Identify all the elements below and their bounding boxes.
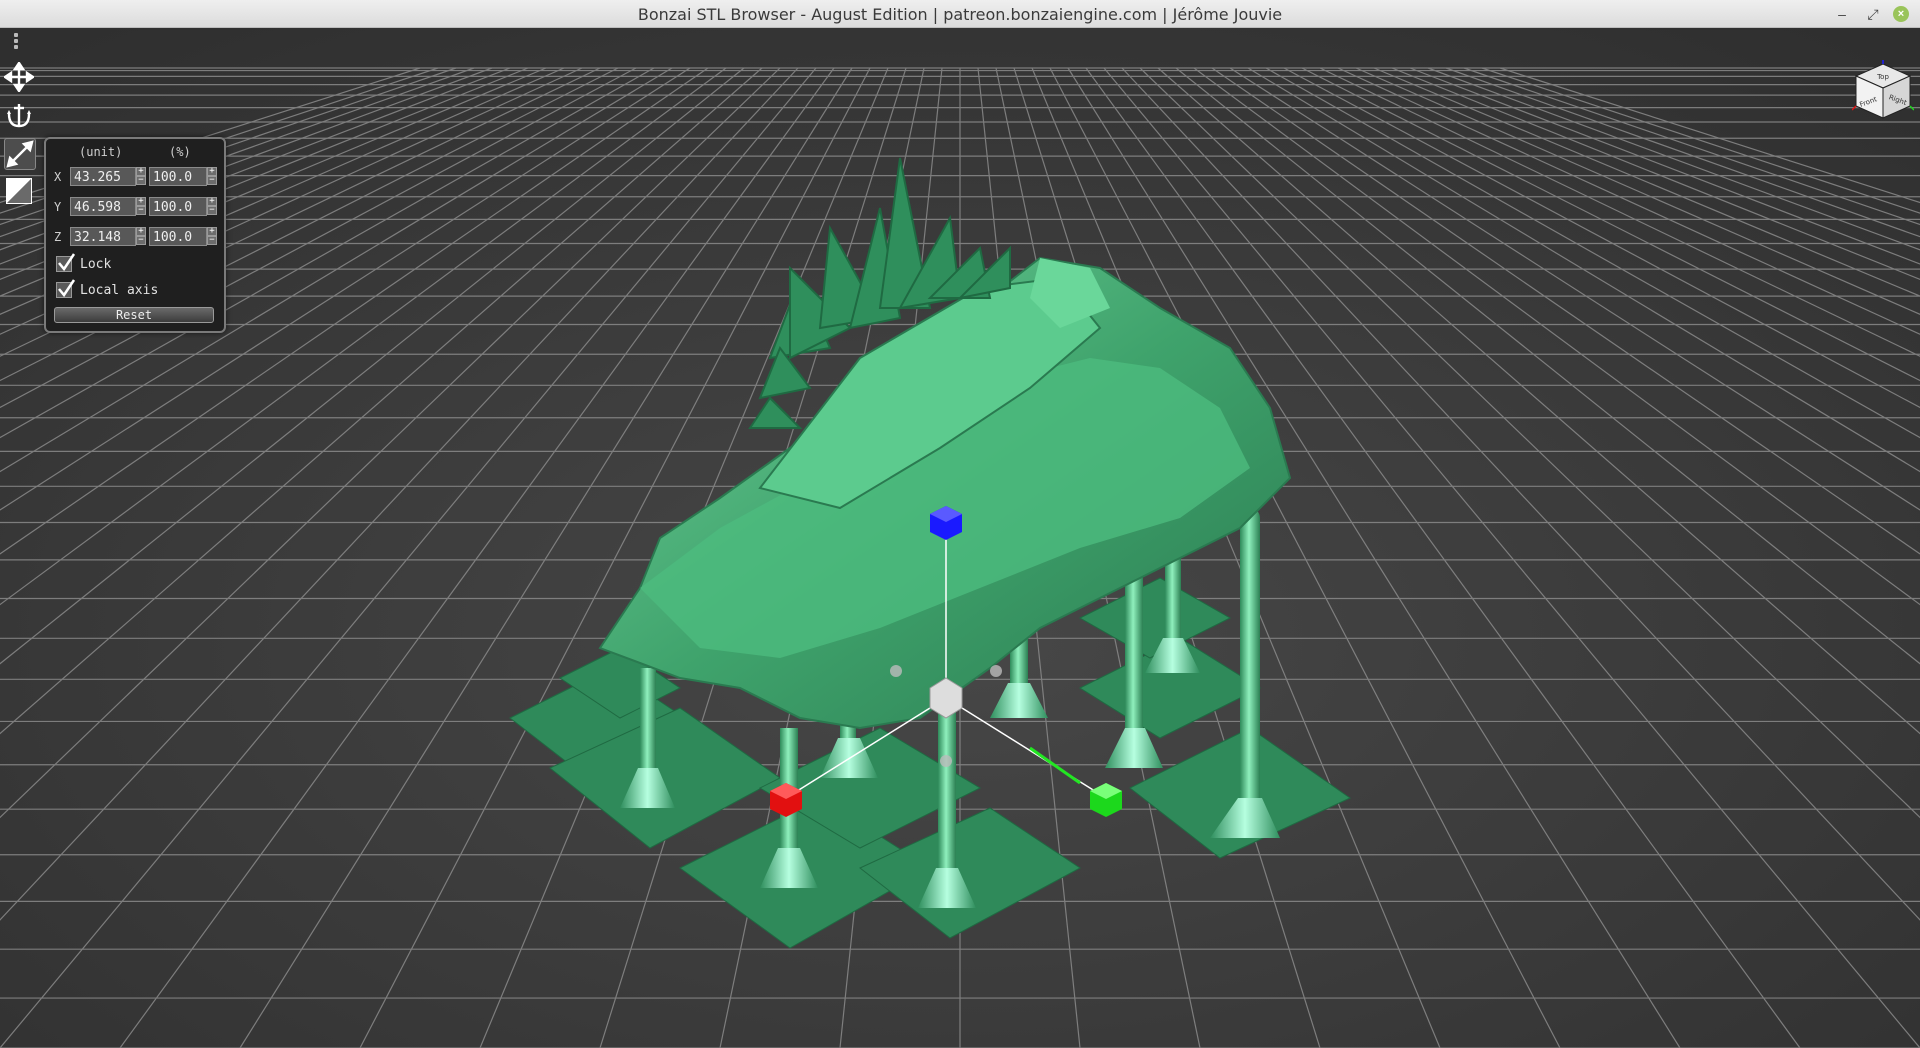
z-unit-field[interactable]: 32.148 <box>70 227 136 246</box>
anchor-rotate-icon <box>7 104 31 128</box>
half-shade-icon <box>6 178 32 204</box>
minimize-button[interactable]: – <box>1833 5 1851 23</box>
scale-panel: (unit) (%) X 43.265 + − 100.0 + − Y 46.598… <box>44 137 226 333</box>
toolbar-grip[interactable] <box>14 39 18 43</box>
y-percent-stepper[interactable]: + − <box>207 197 217 216</box>
window-titlebar: Bonzai STL Browser - August Edition | pa… <box>0 0 1920 28</box>
maximize-button[interactable]: ⤢ <box>1864 5 1882 23</box>
x-unit-stepper[interactable]: + − <box>136 167 146 186</box>
lock-checkbox[interactable] <box>56 253 76 272</box>
lock-label: Lock <box>80 257 112 272</box>
x-axis-label: X <box>54 170 62 184</box>
reset-button[interactable]: Reset <box>54 307 214 323</box>
3d-viewport[interactable]: Top Front Right <box>0 28 1920 1048</box>
z-percent-stepper[interactable]: + − <box>207 227 217 246</box>
shade-tool-button[interactable] <box>4 176 34 206</box>
scale-diagonal-icon <box>6 140 34 168</box>
percent-header: (%) <box>169 145 191 159</box>
x-percent-field[interactable]: 100.0 <box>149 167 207 186</box>
close-button[interactable]: × <box>1893 6 1909 22</box>
scale-tool-button[interactable] <box>4 138 36 170</box>
rotate-tool-button[interactable] <box>4 100 34 130</box>
nav-cube-top-label: Top <box>1876 73 1889 81</box>
scene-canvas[interactable] <box>0 28 1920 1048</box>
z-percent-field[interactable]: 100.0 <box>149 227 207 246</box>
move-tool-button[interactable] <box>2 60 36 94</box>
local-axis-label: Local axis <box>80 283 159 298</box>
y-unit-stepper[interactable]: + − <box>136 197 146 216</box>
y-unit-field[interactable]: 46.598 <box>70 197 136 216</box>
z-axis-label: Z <box>54 230 62 244</box>
local-axis-checkbox[interactable] <box>56 279 76 298</box>
y-percent-field[interactable]: 100.0 <box>149 197 207 216</box>
toolbar-grip[interactable] <box>14 33 18 37</box>
unit-header: (unit) <box>79 145 123 159</box>
tool-strip <box>0 28 40 218</box>
toolbar-grip[interactable] <box>14 45 18 49</box>
checkmark-icon <box>58 279 76 298</box>
checkmark-icon <box>58 253 76 272</box>
window-title: Bonzai STL Browser - August Edition | pa… <box>637 5 1283 24</box>
move-arrows-icon <box>2 60 36 94</box>
x-percent-stepper[interactable]: + − <box>207 167 217 186</box>
navigation-cube[interactable]: Top Front Right <box>1852 60 1914 122</box>
y-axis-label: Y <box>54 200 62 214</box>
x-unit-field[interactable]: 43.265 <box>70 167 136 186</box>
z-unit-stepper[interactable]: + − <box>136 227 146 246</box>
